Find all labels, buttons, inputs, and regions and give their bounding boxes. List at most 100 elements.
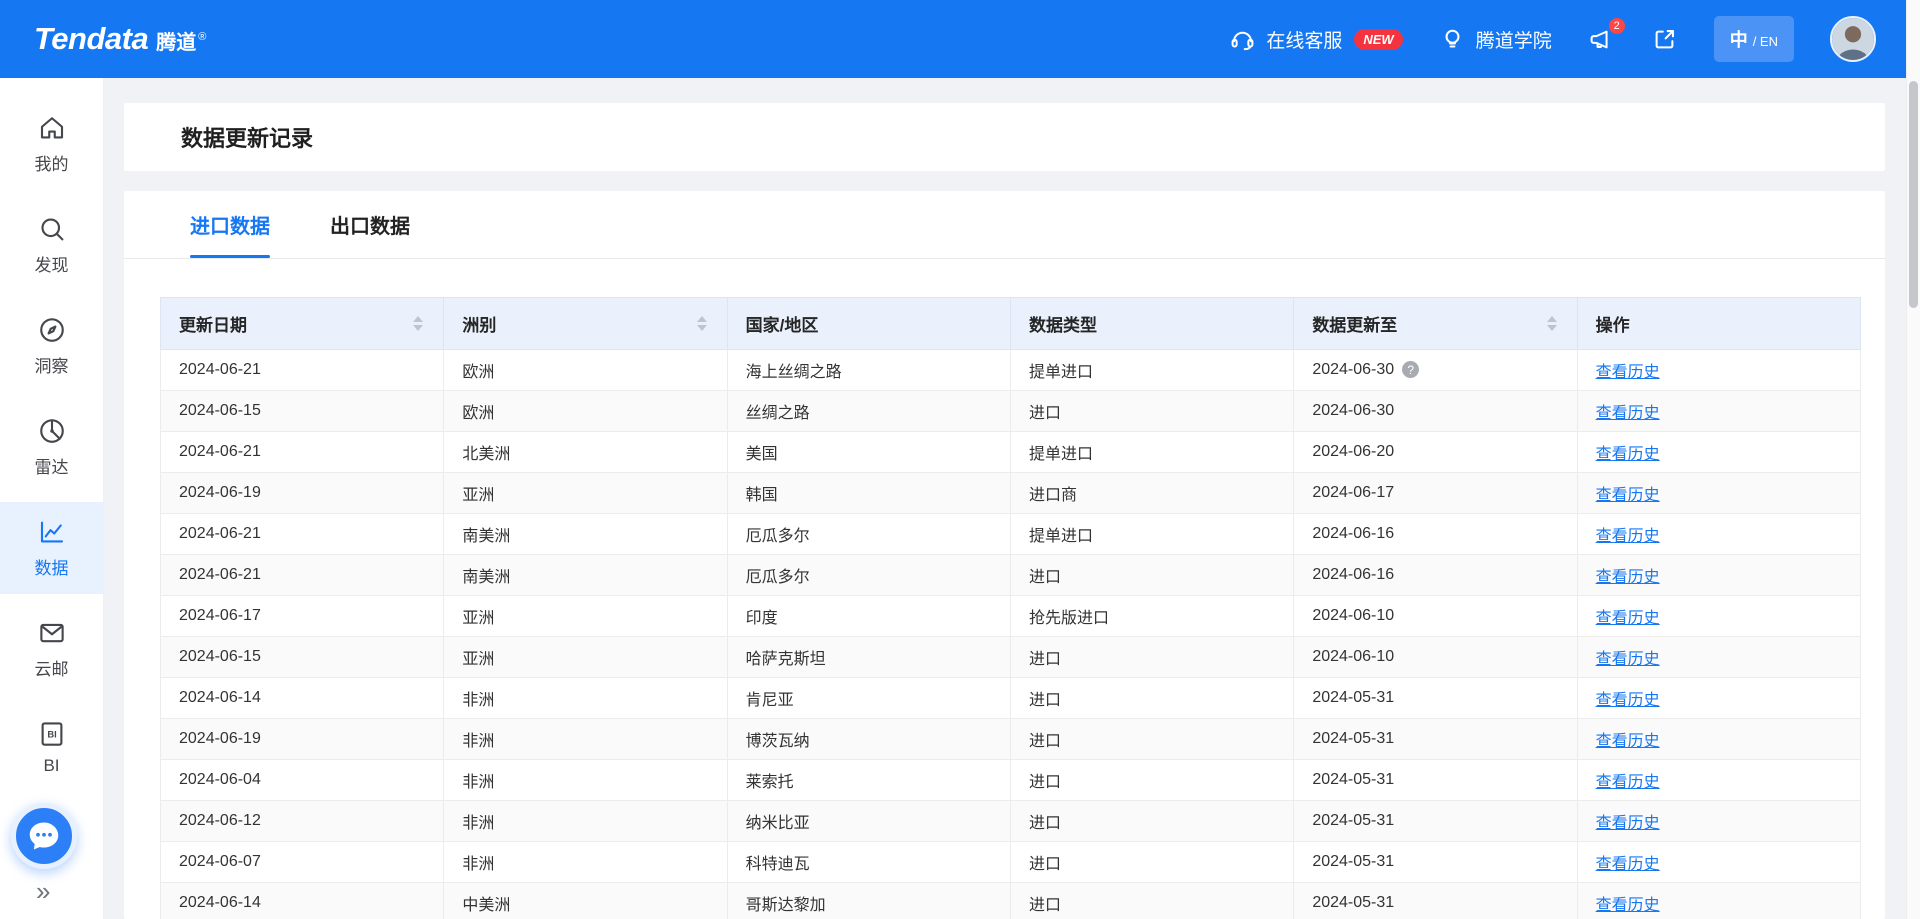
sort-icon[interactable] bbox=[695, 314, 709, 333]
updated-to-value: 2024-05-31 bbox=[1312, 894, 1394, 911]
academy-button[interactable]: 腾道学院 bbox=[1439, 26, 1552, 53]
sidebar-collapse-arrow[interactable]: » bbox=[36, 876, 50, 907]
view-history-link[interactable]: 查看历史 bbox=[1596, 651, 1660, 668]
continent-value: 中美洲 bbox=[462, 897, 510, 914]
cell-updated-to: 2024-06-17? bbox=[1294, 473, 1577, 514]
table-row: 2024-06-15 亚洲 哈萨克斯坦 进口 2024-06-10? 查看历史 bbox=[161, 637, 1861, 678]
view-history-link[interactable]: 查看历史 bbox=[1596, 487, 1660, 504]
data-type-value: 进口 bbox=[1029, 897, 1061, 914]
country-region-value: 厄瓜多尔 bbox=[746, 569, 810, 586]
country-region-value: 美国 bbox=[746, 446, 778, 463]
data-type-value: 提单进口 bbox=[1029, 364, 1093, 381]
view-history-link[interactable]: 查看历史 bbox=[1596, 815, 1660, 832]
sidebar-item-radar[interactable]: 雷达 bbox=[0, 401, 103, 493]
scrollbar-thumb[interactable] bbox=[1909, 81, 1918, 308]
sidebar-item-insight[interactable]: 洞察 bbox=[0, 300, 103, 392]
cell-data-type: 提单进口 bbox=[1010, 350, 1293, 391]
data-type-value: 进口 bbox=[1029, 692, 1061, 709]
expand-button[interactable] bbox=[1651, 26, 1678, 53]
mail-icon bbox=[37, 618, 67, 648]
cell-update-date: 2024-06-19 bbox=[161, 719, 444, 760]
sidebar-item-discover[interactable]: 发现 bbox=[0, 199, 103, 291]
sidebar-item-data[interactable]: 数据 bbox=[0, 502, 103, 594]
view-history-link[interactable]: 查看历史 bbox=[1596, 774, 1660, 791]
sidebar-item-cloudmail[interactable]: 云邮 bbox=[0, 603, 103, 695]
view-history-link[interactable]: 查看历史 bbox=[1596, 733, 1660, 750]
tendata-logo[interactable]: Tendata 腾道 ® bbox=[34, 21, 206, 57]
sidebar-item-label: 我的 bbox=[35, 150, 69, 175]
sidebar-item-label: 洞察 bbox=[35, 352, 69, 377]
page-title: 数据更新记录 bbox=[181, 121, 313, 153]
chart-icon bbox=[37, 517, 67, 547]
vertical-scrollbar[interactable] bbox=[1906, 0, 1920, 919]
update-date-value: 2024-06-12 bbox=[179, 812, 261, 829]
view-history-link[interactable]: 查看历史 bbox=[1596, 897, 1660, 914]
column-header-continent[interactable]: 洲别 bbox=[444, 298, 727, 350]
table-body: 2024-06-21 欧洲 海上丝绸之路 提单进口 2024-06-30? 查看… bbox=[161, 350, 1861, 919]
cell-continent: 非洲 bbox=[444, 801, 727, 842]
cell-updated-to: 2024-06-16? bbox=[1294, 555, 1577, 596]
column-label: 国家/地区 bbox=[746, 311, 819, 336]
update-date-value: 2024-06-15 bbox=[179, 402, 261, 419]
sort-icon[interactable] bbox=[1545, 314, 1559, 333]
update-date-value: 2024-06-21 bbox=[179, 566, 261, 583]
topbar-right: 在线客服 NEW 腾道学院 2 中 bbox=[1229, 16, 1876, 62]
sidebar-item-my[interactable]: 我的 bbox=[0, 98, 103, 190]
update-date-value: 2024-06-14 bbox=[179, 689, 261, 706]
view-history-link[interactable]: 查看历史 bbox=[1596, 569, 1660, 586]
view-history-link[interactable]: 查看历史 bbox=[1596, 528, 1660, 545]
view-history-link[interactable]: 查看历史 bbox=[1596, 405, 1660, 422]
tab-import-data[interactable]: 进口数据 bbox=[190, 191, 270, 258]
cell-updated-to: 2024-06-10? bbox=[1294, 637, 1577, 678]
language-toggle-button[interactable]: 中 / EN bbox=[1714, 16, 1794, 62]
cell-continent: 欧洲 bbox=[444, 350, 727, 391]
table-row: 2024-06-07 非洲 科特迪瓦 进口 2024-05-31? 查看历史 bbox=[161, 842, 1861, 883]
view-history-link[interactable]: 查看历史 bbox=[1596, 364, 1660, 381]
tab-export-data[interactable]: 出口数据 bbox=[330, 191, 410, 258]
view-history-link[interactable]: 查看历史 bbox=[1596, 856, 1660, 873]
view-history-link[interactable]: 查看历史 bbox=[1596, 446, 1660, 463]
cell-updated-to: 2024-06-20? bbox=[1294, 432, 1577, 473]
cell-action: 查看历史 bbox=[1577, 801, 1860, 842]
view-history-link[interactable]: 查看历史 bbox=[1596, 692, 1660, 709]
cell-continent: 北美洲 bbox=[444, 432, 727, 473]
sidebar-item-bi[interactable]: BI BI bbox=[0, 704, 103, 791]
country-region-value: 莱索托 bbox=[746, 774, 794, 791]
cell-continent: 非洲 bbox=[444, 842, 727, 883]
chat-fab-button[interactable] bbox=[11, 803, 77, 869]
table-row: 2024-06-04 非洲 莱索托 进口 2024-05-31? 查看历史 bbox=[161, 760, 1861, 801]
announcement-button[interactable]: 2 bbox=[1588, 26, 1615, 53]
view-history-link[interactable]: 查看历史 bbox=[1596, 610, 1660, 627]
data-type-value: 进口 bbox=[1029, 405, 1061, 422]
avatar[interactable] bbox=[1830, 16, 1876, 62]
update-date-value: 2024-06-15 bbox=[179, 648, 261, 665]
data-type-value: 提单进口 bbox=[1029, 528, 1093, 545]
cell-country-region: 韩国 bbox=[727, 473, 1010, 514]
language-en-label: / EN bbox=[1753, 34, 1778, 49]
topbar: Tendata 腾道 ® 在线客服 NEW 腾道学院 bbox=[0, 0, 1906, 78]
column-label: 数据类型 bbox=[1029, 311, 1097, 336]
cell-data-type: 进口 bbox=[1010, 842, 1293, 883]
cell-update-date: 2024-06-21 bbox=[161, 514, 444, 555]
table-row: 2024-06-15 欧洲 丝绸之路 进口 2024-06-30? 查看历史 bbox=[161, 391, 1861, 432]
updated-to-value: 2024-06-16 bbox=[1312, 525, 1394, 542]
updated-to-value: 2024-05-31 bbox=[1312, 771, 1394, 788]
updated-to-value: 2024-06-20 bbox=[1312, 443, 1394, 460]
sort-icon[interactable] bbox=[411, 314, 425, 333]
continent-value: 非洲 bbox=[462, 815, 494, 832]
column-header-action: 操作 bbox=[1577, 298, 1860, 350]
updated-to-value: 2024-06-10 bbox=[1312, 607, 1394, 624]
tab-bar: 进口数据 出口数据 bbox=[124, 191, 1885, 259]
cell-data-type: 抢先版进口 bbox=[1010, 596, 1293, 637]
cell-country-region: 丝绸之路 bbox=[727, 391, 1010, 432]
online-service-button[interactable]: 在线客服 NEW bbox=[1229, 26, 1402, 53]
cell-continent: 非洲 bbox=[444, 719, 727, 760]
help-icon[interactable]: ? bbox=[1402, 361, 1419, 378]
cell-country-region: 博茨瓦纳 bbox=[727, 719, 1010, 760]
cell-action: 查看历史 bbox=[1577, 432, 1860, 473]
notification-count-badge: 2 bbox=[1609, 18, 1625, 34]
column-header-update-date[interactable]: 更新日期 bbox=[161, 298, 444, 350]
table-row: 2024-06-21 欧洲 海上丝绸之路 提单进口 2024-06-30? 查看… bbox=[161, 350, 1861, 391]
data-type-value: 进口 bbox=[1029, 733, 1061, 750]
column-header-updated-to[interactable]: 数据更新至 bbox=[1294, 298, 1577, 350]
